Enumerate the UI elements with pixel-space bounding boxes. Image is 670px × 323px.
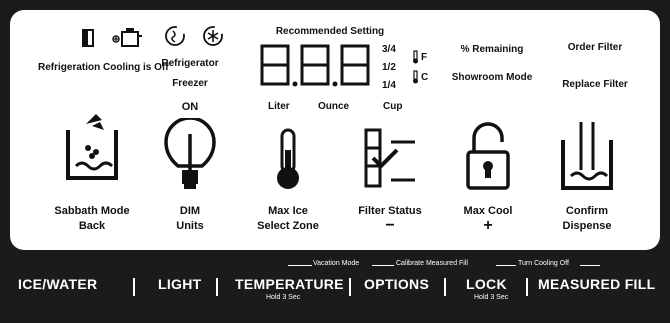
thermometer-icon [277,128,299,189]
back-label: Back [78,220,106,232]
lock-icon [466,122,510,190]
liter-label: Liter [268,101,290,112]
glass-ice-icon [66,114,118,180]
calibrate-bracket-left [372,265,394,270]
fraction-quarter: 1/4 [382,80,396,91]
vacation-mode-label: Vacation Mode [313,260,360,267]
turn-cooling-off-label: Turn Cooling Off [518,260,569,267]
freezer-label: Freezer [172,78,208,89]
temperature-button[interactable]: TEMPERATURE [235,276,344,292]
cup-label: Cup [383,101,403,112]
calibrate-fill-label: Calibrate Measured Fill [396,260,468,267]
max-ice-label: Max Ice [268,205,308,217]
button-bar: Vacation Mode Calibrate Measured Fill Tu… [0,260,670,312]
cooling-off-icon [112,28,142,47]
filter-status-icon [364,128,415,188]
select-zone-label: Select Zone [257,220,319,232]
refrigeration-cooling-off-label: Refrigeration Cooling is Off [38,62,169,73]
recommended-setting-label: Recommended Setting [275,26,385,37]
glass-dispense-icon [561,122,613,190]
fraction-three-quarter: 3/4 [382,44,396,55]
ice-water-button[interactable]: ICE/WATER [18,276,97,292]
refrigerator-mode-icon [165,26,185,46]
units-label: Units [176,220,204,232]
order-filter-label: Order Filter [567,42,623,53]
light-button[interactable]: LIGHT [158,276,202,292]
on-label: ON [181,101,199,113]
confirm-label: Confirm [565,205,609,217]
dispense-label: Dispense [562,220,612,232]
vacation-bracket-left [288,265,312,270]
separator [444,278,446,296]
measured-fill-button[interactable]: MEASURED FILL [538,276,655,292]
seven-segment-display [260,44,370,87]
plus-label: + [483,217,493,234]
separator [216,278,218,296]
cooling-bracket-left [496,265,516,270]
separator [349,278,351,296]
fraction-half: 1/2 [382,62,396,73]
freezer-mode-icon [203,26,223,46]
percent-remaining-label: % Remaining [460,44,524,55]
cooling-bracket-right [580,265,600,270]
replace-filter-label: Replace Filter [562,79,628,90]
sabbath-mode-label: Sabbath Mode [54,205,130,217]
ounce-label: Ounce [318,101,350,112]
temperature-hold-label: Hold 3 Sec [266,294,301,301]
lock-button[interactable]: LOCK [466,276,507,292]
minus-label: − [385,217,395,234]
door-icon [82,29,94,47]
dim-label: DIM [179,205,201,217]
options-button[interactable]: OPTIONS [364,276,429,292]
showroom-mode-label: Showroom Mode [451,72,533,83]
unit-f-label: F [421,52,428,63]
lock-hold-label: Hold 3 Sec [474,294,509,301]
separator [133,278,135,296]
thermometer-c-icon [413,70,418,84]
refrigerator-label: Refrigerator [161,58,219,69]
unit-c-label: C [421,72,429,83]
light-bulb-icon [164,118,216,189]
separator [526,278,528,296]
thermometer-f-icon [413,50,418,64]
